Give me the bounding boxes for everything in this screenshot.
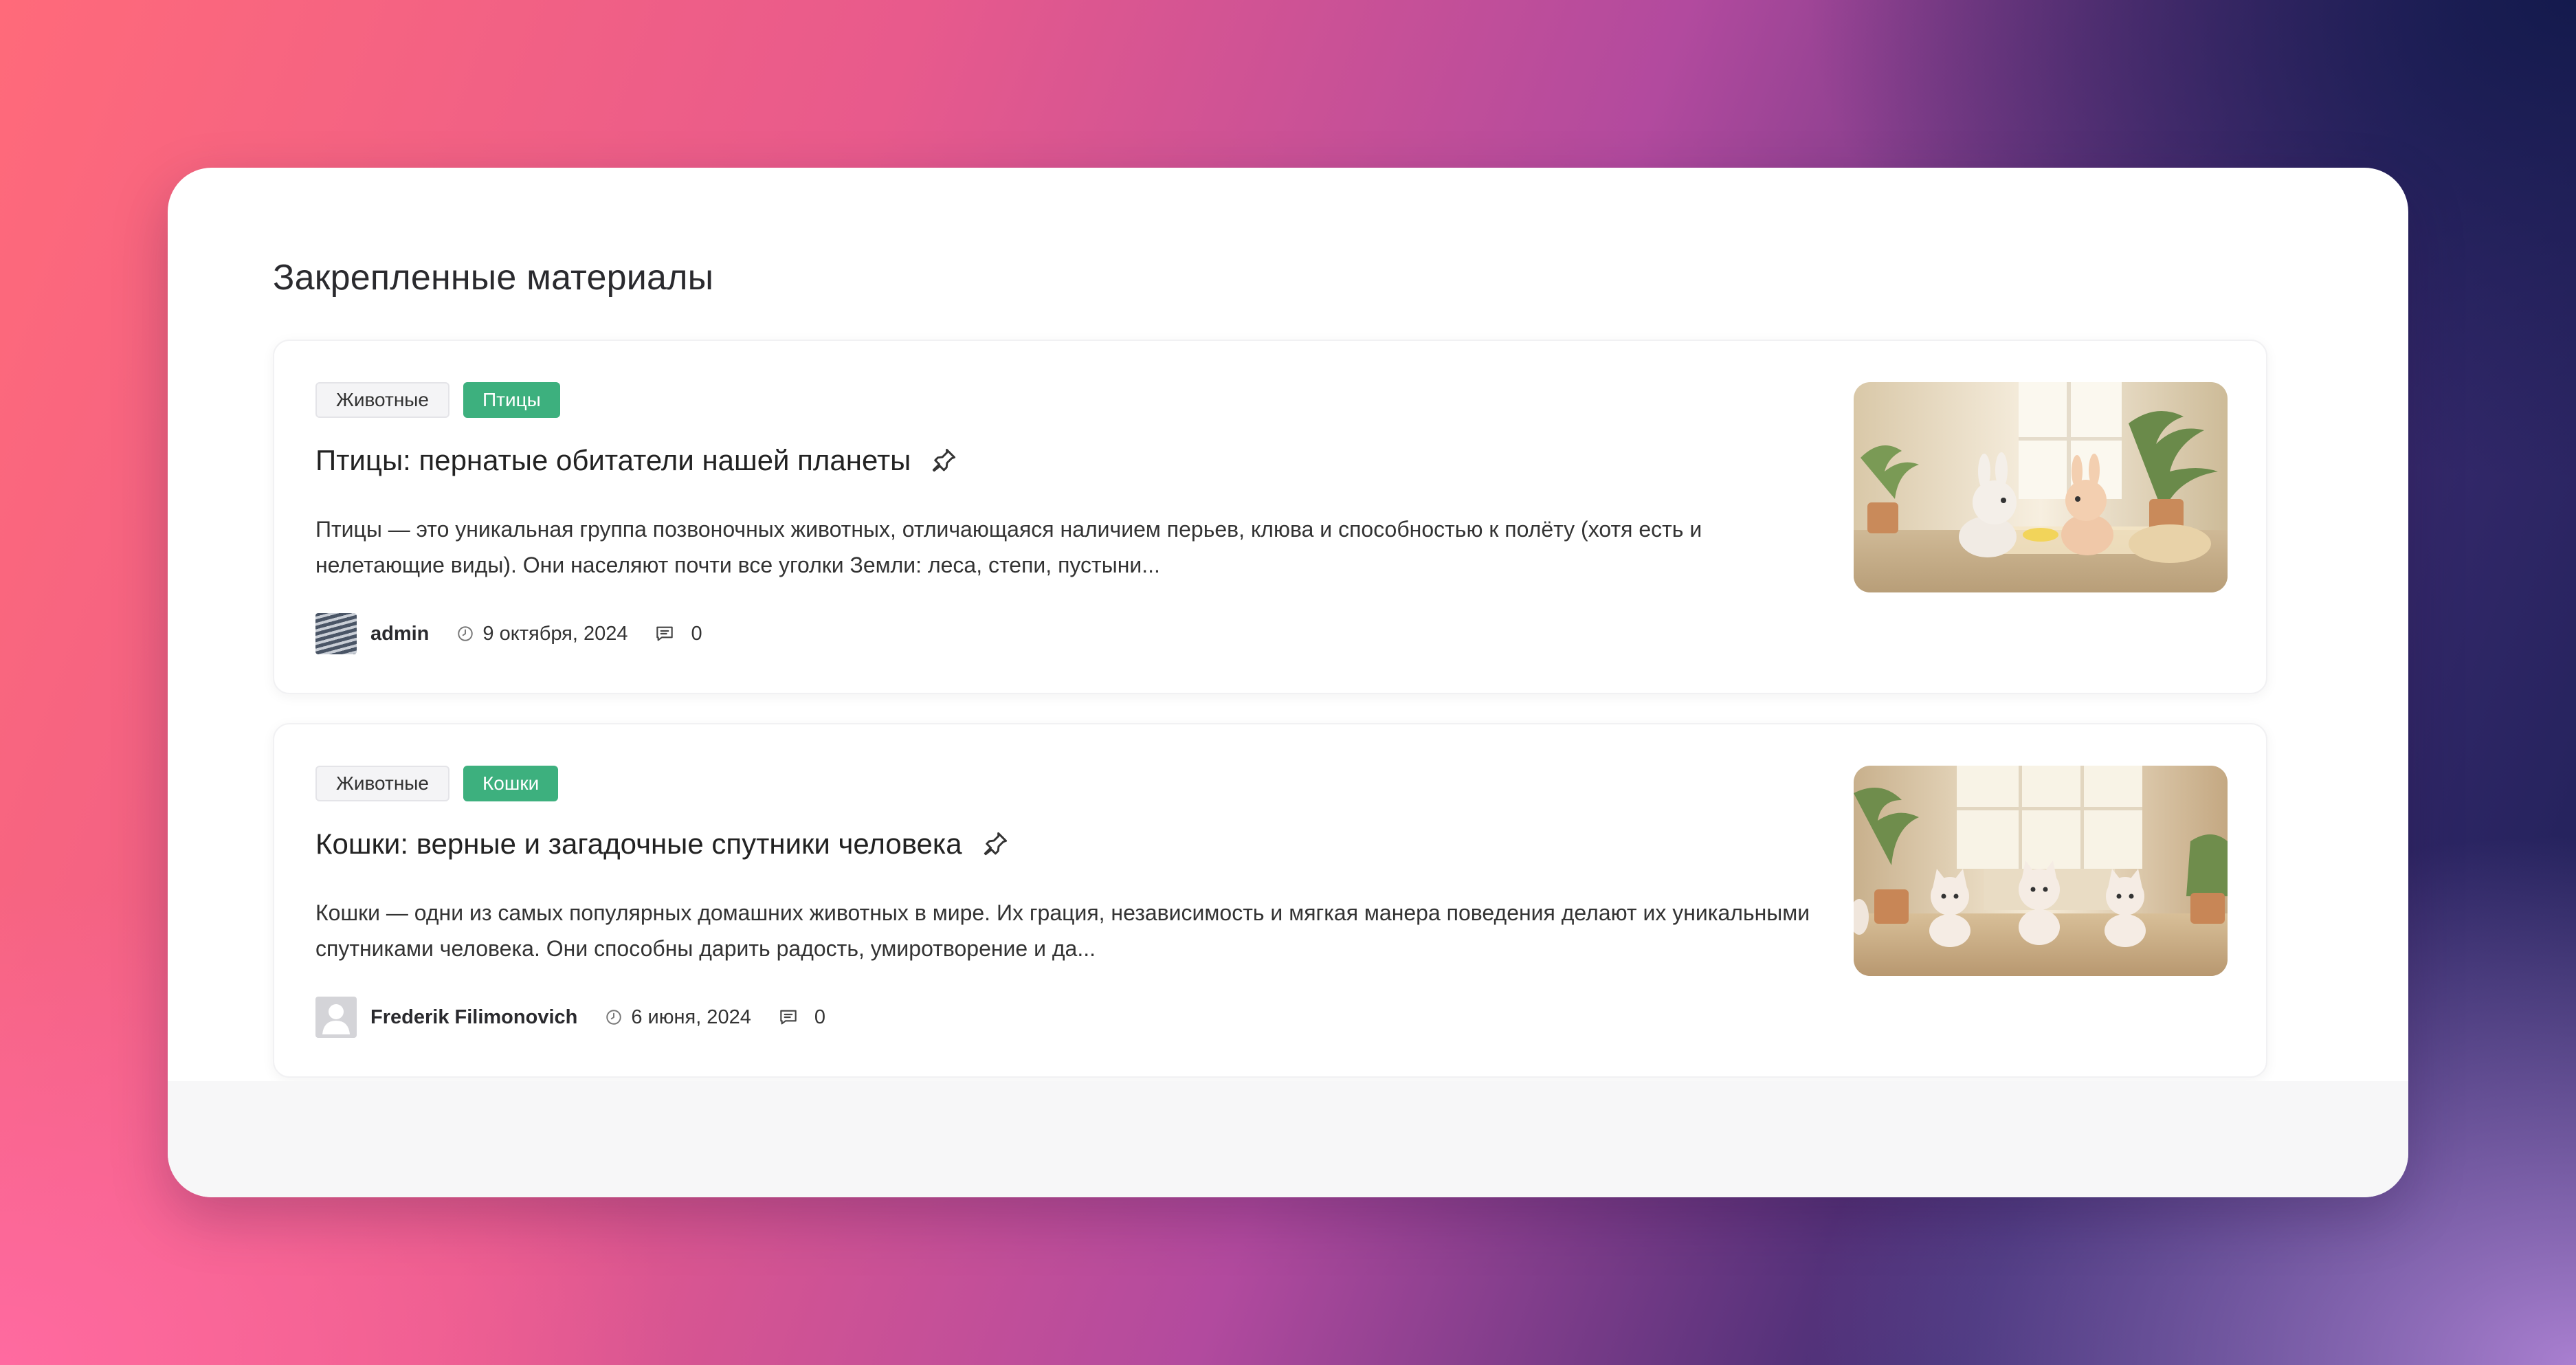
post-meta: admin 9 октября, 2024 0 [315, 613, 702, 654]
post-title-text[interactable]: Птицы: пернатые обитатели нашей планеты [315, 444, 911, 477]
post-thumbnail[interactable] [1854, 382, 2228, 592]
post-tags: Животные Кошки [315, 766, 559, 801]
post-title-text[interactable]: Кошки: верные и загадочные спутники чело… [315, 828, 962, 861]
content-panel: Закрепленные материалы Животные Птицы Пт… [168, 168, 2408, 1197]
pin-icon [933, 448, 956, 472]
user-silhouette-icon [322, 1004, 350, 1034]
bunnies-illustration [1854, 382, 2228, 592]
post-card[interactable]: Животные Птицы Птицы: пернатые обитатели… [273, 340, 2267, 694]
author-name[interactable]: admin [370, 623, 429, 645]
author-name[interactable]: Frederik Filimonovich [370, 1006, 577, 1029]
tag-birds[interactable]: Птицы [463, 382, 560, 418]
post-title[interactable]: Кошки: верные и загадочные спутники чело… [315, 828, 1010, 861]
comment-count[interactable]: 0 [814, 1006, 825, 1029]
section-title: Закрепленные материалы [273, 258, 714, 298]
post-excerpt: Птицы — это уникальная группа позвоночны… [315, 517, 1702, 577]
post-card[interactable]: Животные Кошки Кошки: верные и загадочны… [273, 723, 2267, 1078]
avatar[interactable] [315, 997, 357, 1038]
pin-icon [984, 832, 1007, 856]
clock-icon [606, 1010, 622, 1025]
post-thumbnail[interactable] [1854, 766, 2228, 976]
post-date: 9 октября, 2024 [482, 622, 628, 645]
comment-icon[interactable] [777, 1006, 799, 1028]
tag-animals[interactable]: Животные [315, 382, 449, 418]
post-date: 6 июня, 2024 [631, 1006, 751, 1028]
avatar[interactable] [315, 613, 357, 654]
kittens-illustration [1854, 766, 2228, 976]
tag-cats[interactable]: Кошки [463, 766, 559, 801]
post-excerpt: Кошки — одни из самых популярных домашни… [315, 900, 1810, 961]
comment-icon[interactable] [654, 623, 676, 645]
post-title[interactable]: Птицы: пернатые обитатели нашей планеты [315, 444, 959, 477]
post-meta: Frederik Filimonovich 6 июня, 2024 0 [315, 997, 825, 1038]
clock-icon [458, 626, 474, 641]
comment-count[interactable]: 0 [691, 623, 702, 645]
footer-area [168, 1081, 2408, 1197]
post-tags: Животные Птицы [315, 382, 560, 418]
tag-animals[interactable]: Животные [315, 766, 449, 801]
